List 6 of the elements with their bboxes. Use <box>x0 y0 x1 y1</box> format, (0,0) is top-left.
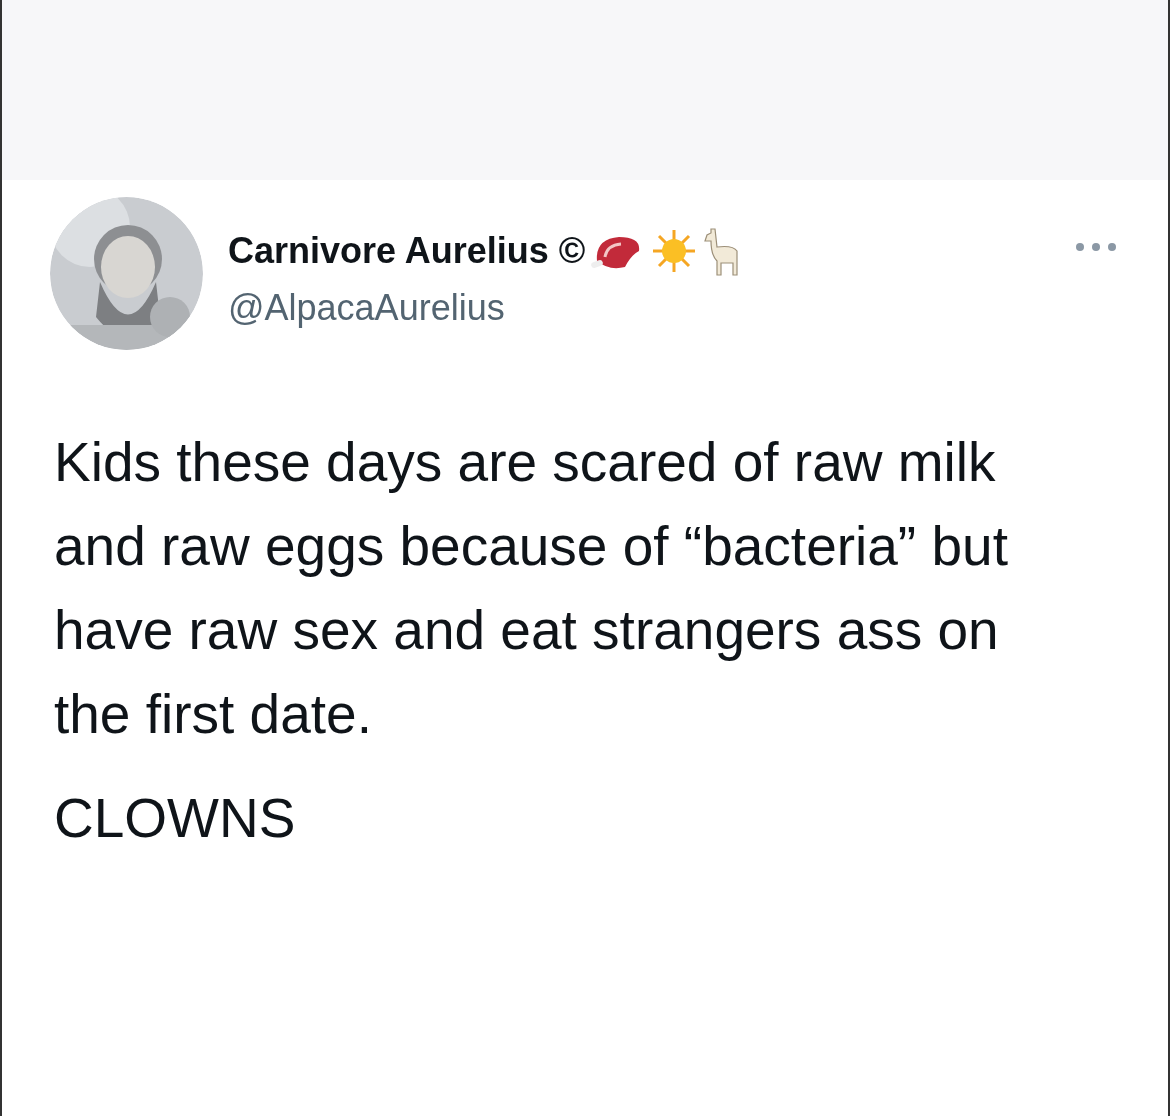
tweet-text: Kids these days are scared of raw milk and raw eggs because of “bacteria” but have raw sex and eat strangers ass on the first date. <box>54 430 1009 747</box>
user-handle[interactable]: @AlpacaAurelius <box>228 287 1074 329</box>
more-icon[interactable] <box>1074 241 1118 253</box>
tweet-text: CLOWNS <box>54 786 297 851</box>
display-name[interactable]: Carnivore Aurelius © <box>228 230 586 272</box>
sun-icon <box>651 228 698 274</box>
